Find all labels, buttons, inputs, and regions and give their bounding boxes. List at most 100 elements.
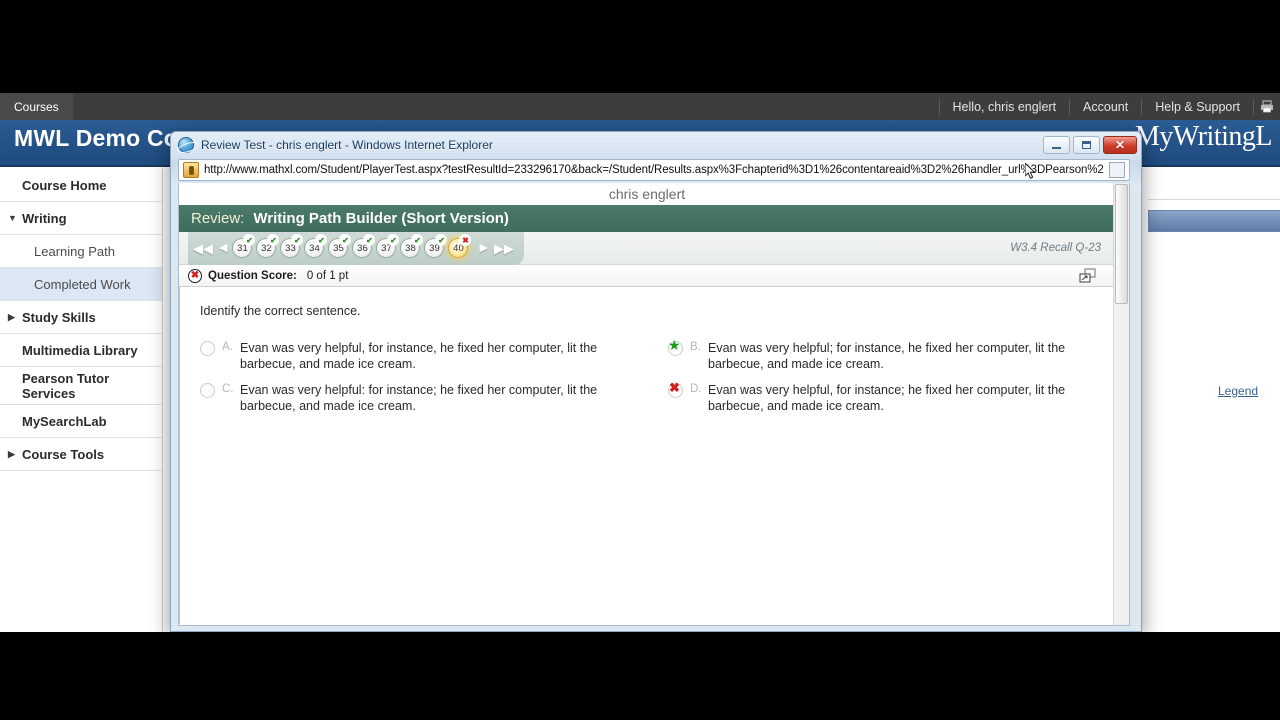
choice-letter: C. xyxy=(222,383,234,395)
course-title: MWL Demo Co xyxy=(14,125,179,151)
close-icon: ✕ xyxy=(1114,137,1126,152)
choice-text: Evan was very helpful, for instance; he … xyxy=(708,383,1066,413)
sidebar-item-label: Study Skills xyxy=(22,309,96,325)
address-bar[interactable]: http://www.mathxl.com/Student/PlayerTest… xyxy=(178,159,1130,181)
minimize-button[interactable] xyxy=(1043,135,1070,154)
radio-icon[interactable]: ★ xyxy=(668,337,683,356)
correct-check-icon: ✔ xyxy=(363,234,376,246)
incorrect-x-icon: ✖ xyxy=(459,234,472,246)
sidebar-item-completed-work[interactable]: Completed Work xyxy=(0,268,162,301)
top-nav-right-group: Hello, chris englert Account Help & Supp… xyxy=(938,93,1280,120)
player-header-title: Writing Path Builder (Short Version) xyxy=(253,210,509,227)
selected-row-highlight xyxy=(1148,210,1280,232)
correct-check-icon: ✔ xyxy=(267,234,280,246)
sidebar-item-writing[interactable]: ▼ Writing xyxy=(0,202,162,235)
address-input[interactable]: http://www.mathxl.com/Student/PlayerTest… xyxy=(204,164,1109,176)
sidebar-item-label: Learning Path xyxy=(34,243,115,259)
question-button-37[interactable]: 37 ✔ xyxy=(376,234,400,258)
sidebar-item-multimedia-library[interactable]: Multimedia Library xyxy=(0,334,162,367)
answer-choices: A. Evan was very helpful, for instance, … xyxy=(180,335,1116,419)
question-navigation-strip: ◀◀ ◀ 31 ✔ 32 ✔ 33 ✔ 34 ✔ 35 ✔ 36 ✔ 37 ✔ … xyxy=(188,231,524,265)
minimize-icon xyxy=(1052,146,1061,149)
answer-choice-a[interactable]: A. Evan was very helpful, for instance, … xyxy=(180,335,648,377)
sidebar-item-label: Course Tools xyxy=(22,446,105,462)
sidebar-item-course-tools[interactable]: ▶ Course Tools xyxy=(0,438,162,471)
answer-choice-d[interactable]: ✖ D. Evan was very helpful, for instance… xyxy=(648,377,1116,419)
sidebar-item-pearson-tutor-services[interactable]: Pearson Tutor Services xyxy=(0,367,162,405)
question-button-32[interactable]: 32 ✔ xyxy=(256,234,280,258)
last-question-button[interactable]: ▶▶ xyxy=(493,242,515,255)
correct-check-icon: ✔ xyxy=(435,234,448,246)
question-prompt: Identify the correct sentence. xyxy=(200,304,361,318)
mywritinglab-logo: MyWritingL xyxy=(1135,121,1272,152)
chevron-down-icon: ▼ xyxy=(8,213,17,223)
internet-explorer-icon xyxy=(178,136,194,153)
internet-explorer-window[interactable]: Review Test - chris englert - Windows In… xyxy=(170,131,1142,632)
question-button-35[interactable]: 35 ✔ xyxy=(328,234,352,258)
radio-icon[interactable]: ✖ xyxy=(668,380,683,398)
sidebar-item-label: Completed Work xyxy=(34,276,131,292)
chevron-right-icon: ▶ xyxy=(8,448,15,459)
scrollbar-thumb[interactable] xyxy=(1115,184,1128,304)
objective-tag: W3.4 Recall Q-23 xyxy=(1010,242,1101,254)
correct-check-icon: ✔ xyxy=(315,234,328,246)
first-question-button[interactable]: ◀◀ xyxy=(192,242,214,255)
question-button-38[interactable]: 38 ✔ xyxy=(400,234,424,258)
global-top-nav: Courses Hello, chris englert Account Hel… xyxy=(0,93,1280,120)
question-body: Identify the correct sentence. A. Evan w… xyxy=(179,287,1115,624)
sidebar-item-label: Pearson Tutor Services xyxy=(22,371,110,401)
choice-letter: D. xyxy=(690,383,702,395)
question-button-39[interactable]: 39 ✔ xyxy=(424,234,448,258)
security-lock-icon xyxy=(183,162,199,178)
question-button-33[interactable]: 33 ✔ xyxy=(280,234,304,258)
nav-tab-courses[interactable]: Courses xyxy=(0,93,73,120)
next-question-button[interactable]: ▶ xyxy=(478,242,488,254)
sidebar-item-label: Writing xyxy=(22,210,67,226)
divider xyxy=(1148,199,1280,200)
selected-incorrect-x-icon: ✖ xyxy=(669,380,680,395)
window-controls: ✕ xyxy=(1043,135,1141,154)
sidebar-item-label: Course Home xyxy=(22,177,107,193)
sidebar-item-study-skills[interactable]: ▶ Study Skills xyxy=(0,301,162,334)
browser-chrome: Review Test - chris englert - Windows In… xyxy=(171,132,1141,189)
help-and-support-link[interactable]: Help & Support xyxy=(1142,98,1254,115)
correct-answer-star-icon: ★ xyxy=(668,337,681,353)
mouse-cursor xyxy=(1024,161,1037,181)
radio-icon[interactable] xyxy=(200,341,215,356)
window-title-bar[interactable]: Review Test - chris englert - Windows In… xyxy=(171,132,1141,157)
browser-viewport: chris englert Review: Writing Path Build… xyxy=(178,183,1130,626)
player-header: Review: Writing Path Builder (Short Vers… xyxy=(179,205,1115,232)
maximize-button[interactable] xyxy=(1073,135,1100,154)
question-button-31[interactable]: 31 ✔ xyxy=(232,234,256,258)
player-header-label: Review: xyxy=(191,210,245,227)
question-button-40[interactable]: 40 ✖ xyxy=(448,234,472,258)
sidebar-item-mysearchlab[interactable]: MySearchLab xyxy=(0,405,162,438)
correct-check-icon: ✔ xyxy=(291,234,304,246)
correct-check-icon: ✔ xyxy=(411,234,424,246)
answer-choice-b[interactable]: ★ B. Evan was very helpful; for instance… xyxy=(648,335,1116,377)
question-score-row: ✖ Question Score: 0 of 1 pt xyxy=(179,265,1115,287)
legend-link[interactable]: Legend xyxy=(1218,384,1258,398)
sidebar-item-learning-path[interactable]: Learning Path xyxy=(0,235,162,268)
question-button-34[interactable]: 34 ✔ xyxy=(304,234,328,258)
maximize-icon xyxy=(1082,140,1091,149)
letterbox-top xyxy=(0,0,1280,93)
sidebar-item-course-home[interactable]: Course Home xyxy=(0,169,162,202)
choice-text: Evan was very helpful, for instance, he … xyxy=(240,341,598,371)
screen: Courses Hello, chris englert Account Hel… xyxy=(0,0,1280,720)
page-icon[interactable] xyxy=(1109,162,1125,178)
letterbox-bottom xyxy=(0,632,1280,720)
choice-letter: A. xyxy=(222,341,233,353)
close-button[interactable]: ✕ xyxy=(1103,135,1137,154)
answer-choice-c[interactable]: C. Evan was very helpful: for instance; … xyxy=(180,377,648,419)
account-link[interactable]: Account xyxy=(1070,98,1143,115)
x-circle-icon: ✖ xyxy=(188,268,202,283)
window-title: Review Test - chris englert - Windows In… xyxy=(201,137,493,152)
radio-icon[interactable] xyxy=(200,383,215,398)
previous-question-button[interactable]: ◀ xyxy=(218,242,228,254)
sidebar-item-label: MySearchLab xyxy=(22,413,107,429)
print-icon[interactable] xyxy=(1254,99,1280,115)
vertical-scrollbar[interactable] xyxy=(1113,183,1129,625)
question-button-36[interactable]: 36 ✔ xyxy=(352,234,376,258)
popout-window-icon[interactable] xyxy=(1079,268,1097,284)
